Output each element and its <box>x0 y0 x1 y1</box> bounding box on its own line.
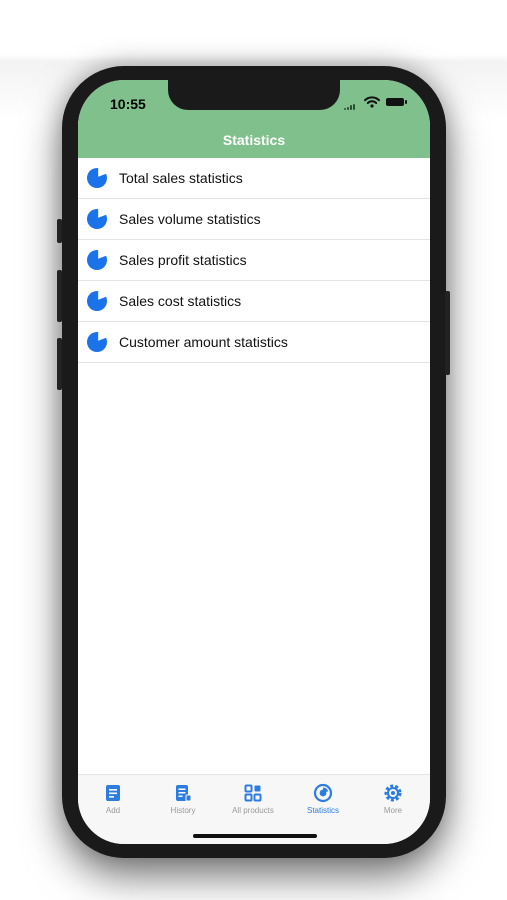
tab-all-products[interactable]: All products <box>218 783 288 819</box>
page-title: Statistics <box>222 132 286 148</box>
home-indicator[interactable] <box>193 834 317 838</box>
list-item-label: Total sales statistics <box>119 170 243 186</box>
mute-switch <box>57 219 62 243</box>
tab-add[interactable]: Add <box>78 783 148 819</box>
status-time: 10:55 <box>110 96 146 112</box>
list-item-label: Sales profit statistics <box>119 252 247 268</box>
statistics-list: Total sales statistics Sales volume stat… <box>78 158 430 363</box>
list-item-sales-cost[interactable]: Sales cost statistics <box>78 281 430 322</box>
notch <box>168 80 340 110</box>
list-item-label: Customer amount statistics <box>119 334 288 350</box>
tab-label: Add <box>105 806 121 815</box>
tab-more[interactable]: More <box>358 783 428 819</box>
grid-icon <box>244 784 262 802</box>
list-item-label: Sales volume statistics <box>119 211 261 227</box>
pie-chart-icon <box>87 331 108 352</box>
cellular-signal-icon <box>344 104 356 110</box>
tab-label: All products <box>232 806 274 815</box>
gear-icon <box>384 784 402 802</box>
add-document-icon <box>106 785 120 801</box>
tab-label: History <box>170 806 196 815</box>
navigation-header: 10:55 Statistics <box>78 80 430 158</box>
pie-chart-icon <box>87 249 108 270</box>
statistics-chart-icon <box>313 783 333 803</box>
power-button <box>445 291 450 375</box>
pie-chart-icon <box>87 208 108 229</box>
app-screen: 10:55 Statistics Total sales statistics <box>78 80 430 844</box>
pie-chart-icon <box>87 290 108 311</box>
pie-chart-icon <box>87 167 108 188</box>
tab-statistics[interactable]: Statistics <box>288 783 358 819</box>
list-item-sales-profit[interactable]: Sales profit statistics <box>78 240 430 281</box>
history-document-icon <box>176 785 192 802</box>
tab-label: Statistics <box>306 806 339 815</box>
tab-history[interactable]: History <box>148 783 218 819</box>
battery-icon <box>386 98 407 106</box>
volume-up-button <box>57 270 62 322</box>
volume-down-button <box>57 338 62 390</box>
list-item-customer-amount[interactable]: Customer amount statistics <box>78 322 430 363</box>
list-item-label: Sales cost statistics <box>119 293 242 309</box>
list-item-total-sales[interactable]: Total sales statistics <box>78 158 430 199</box>
list-item-sales-volume[interactable]: Sales volume statistics <box>78 199 430 240</box>
tab-label: More <box>383 806 403 815</box>
wifi-icon <box>364 96 380 108</box>
